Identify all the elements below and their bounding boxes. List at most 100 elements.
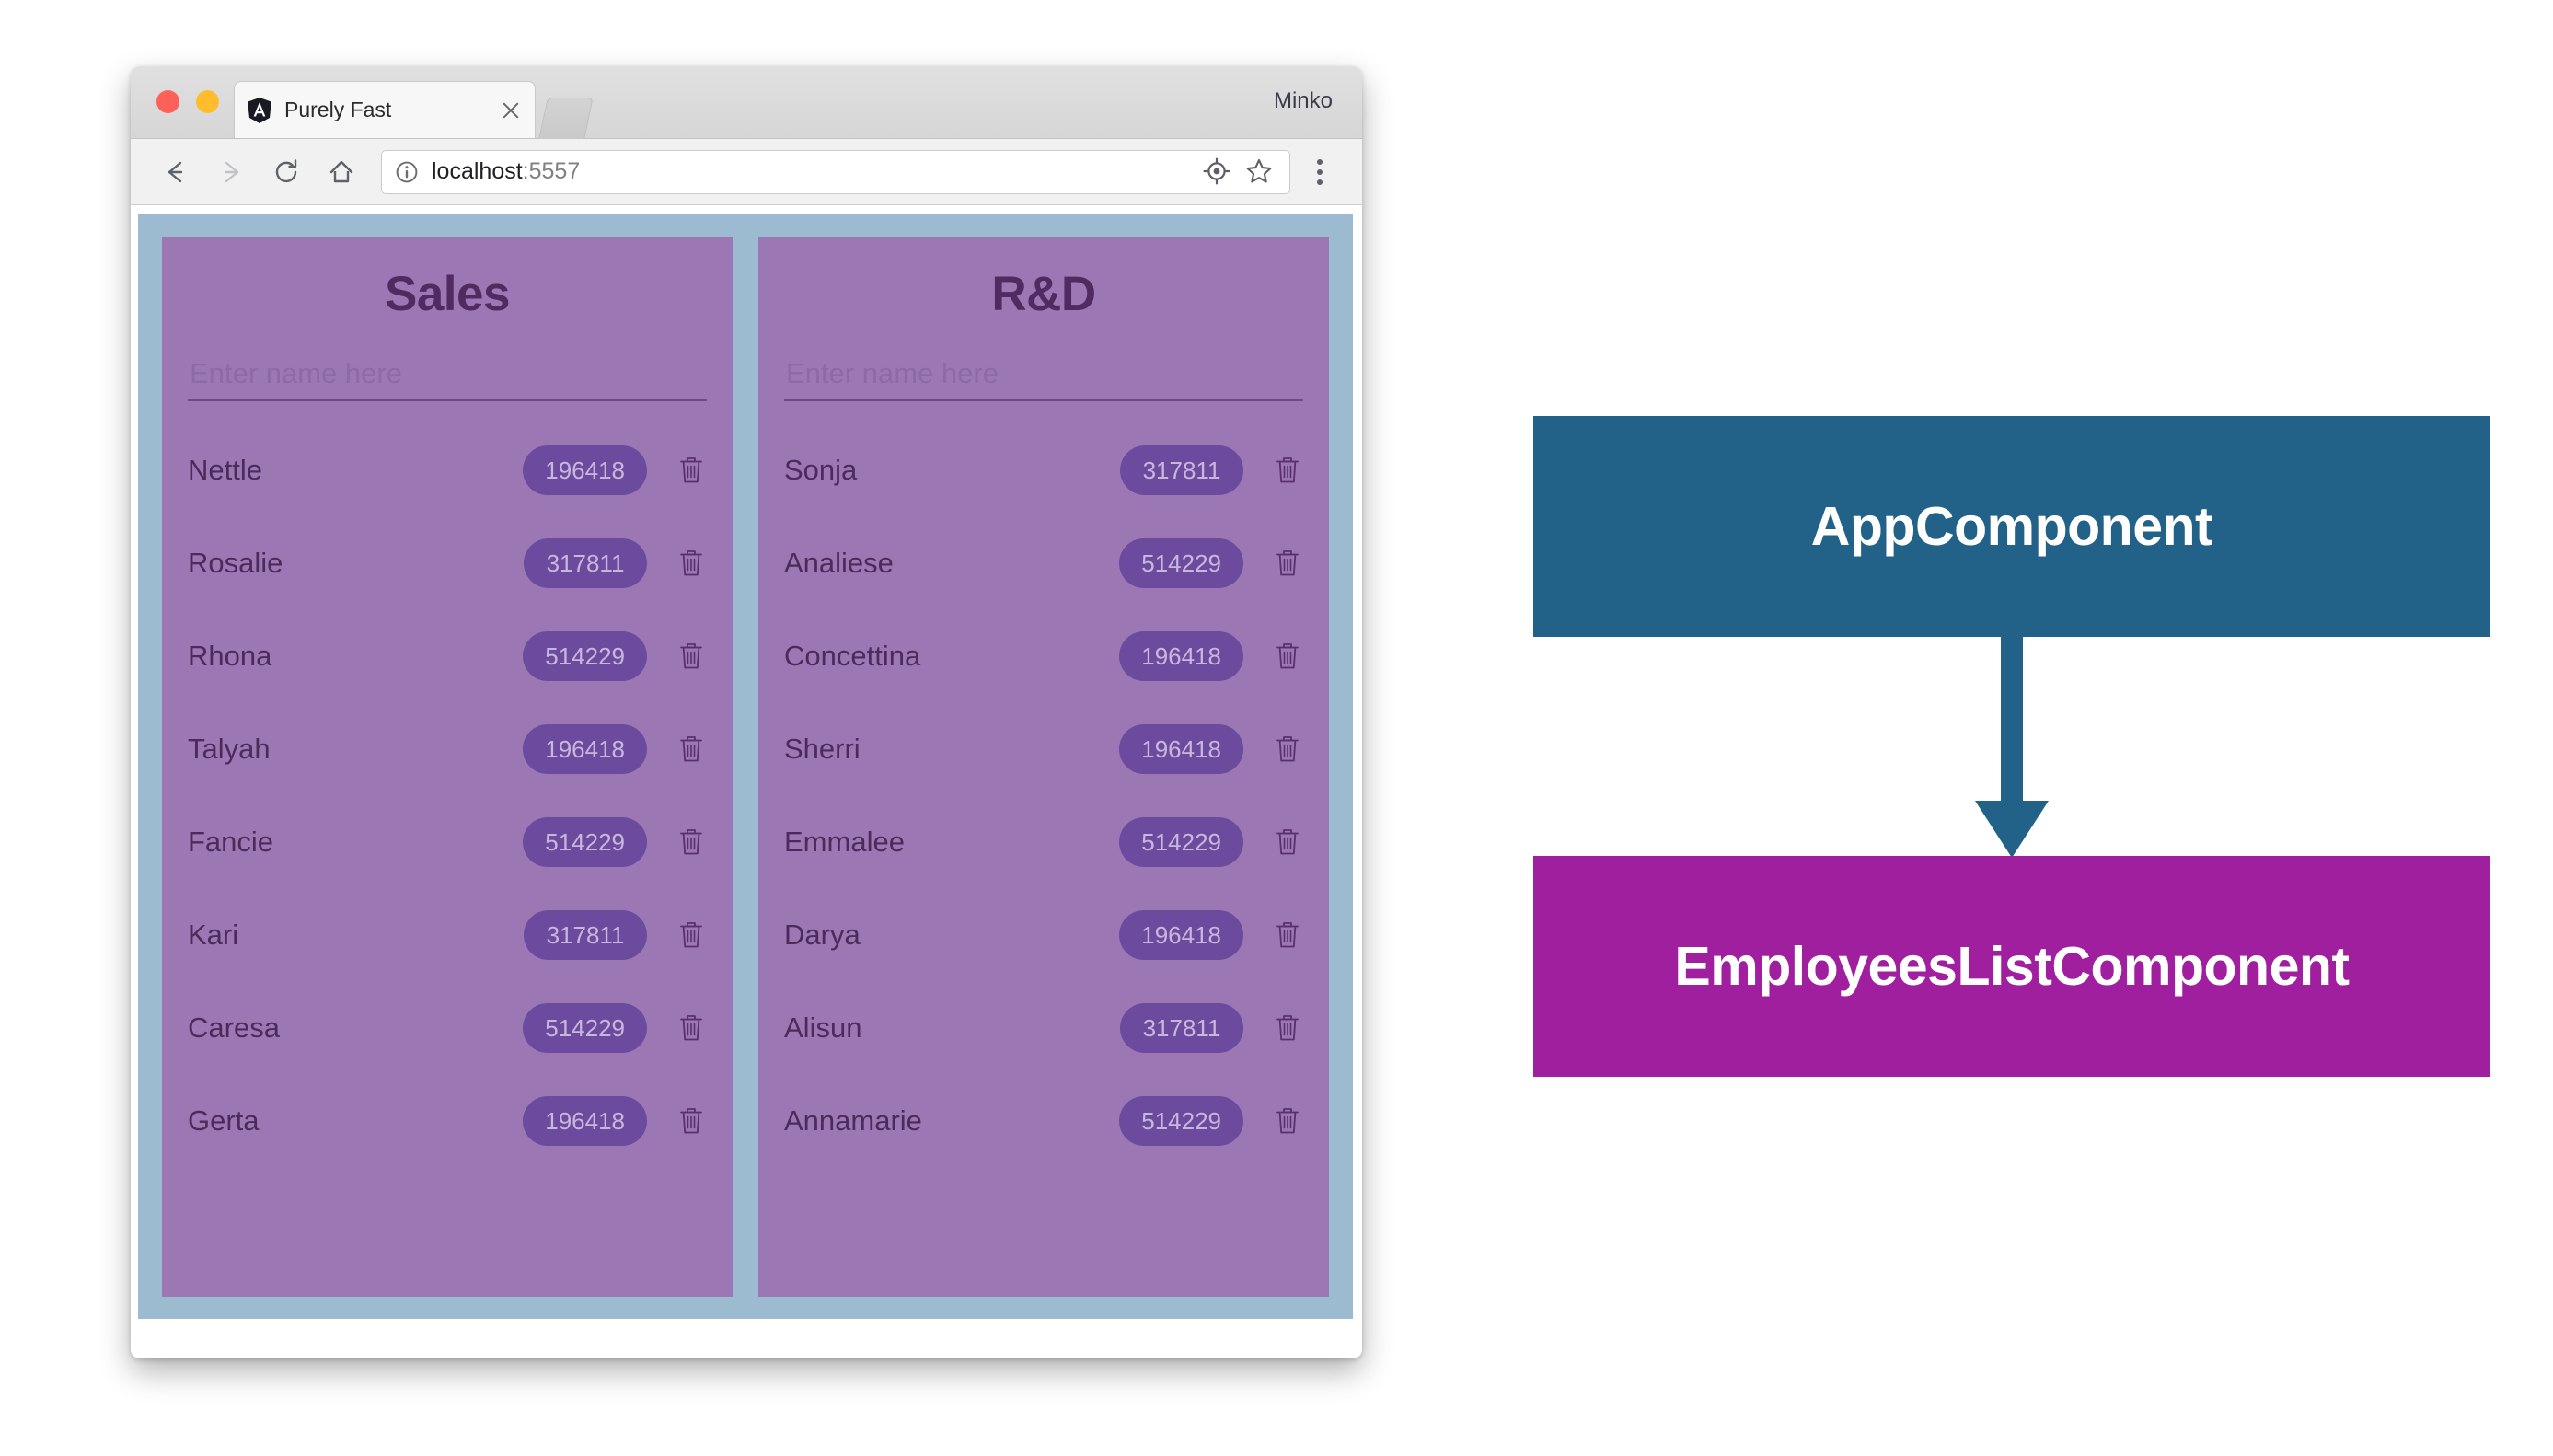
employee-name: Alisun [784, 1011, 862, 1044]
employee-value: 514229 [1119, 817, 1243, 867]
close-window-button[interactable] [156, 90, 179, 113]
employee-value: 196418 [523, 1096, 647, 1146]
home-icon[interactable] [320, 151, 363, 193]
employee-row[interactable]: Alisun 317811 [784, 1001, 1303, 1055]
employee-value: 196418 [1119, 910, 1243, 960]
panel-sales: Sales Nettle 196418 [162, 237, 733, 1297]
employee-list-sales: Nettle 196418 Rosalie 317811 Rhona 51422… [188, 444, 707, 1148]
employee-row[interactable]: Caresa 514229 [188, 1001, 707, 1055]
employee-row[interactable]: Concettina 196418 [784, 630, 1303, 683]
employee-value: 196418 [1119, 631, 1243, 681]
employee-name: Emmalee [784, 826, 905, 858]
employee-list-rd: Sonja 317811 Analiese 514229 Concettina … [784, 444, 1303, 1148]
employee-value: 317811 [1120, 445, 1243, 495]
trash-icon[interactable] [1272, 825, 1303, 860]
profile-name[interactable]: Minko [1274, 88, 1333, 114]
employee-value: 196418 [1119, 724, 1243, 774]
down-arrow-icon [1975, 635, 2049, 858]
location-target-icon[interactable] [1201, 156, 1234, 189]
name-input-rd[interactable] [784, 353, 1303, 401]
browser-window: Purely Fast Minko localhost:5557 Sales E… [131, 66, 1362, 1358]
browser-toolbar: localhost:5557 [131, 139, 1362, 205]
employee-name: Sherri [784, 733, 861, 765]
component-diagram: AppComponent EmployeesListComponent [1533, 416, 2490, 1115]
trash-icon[interactable] [1272, 732, 1303, 767]
employee-name: Kari [188, 919, 239, 951]
employee-value: 514229 [523, 631, 647, 681]
diagram-node-label: AppComponent [1810, 496, 2213, 557]
panel-title-sales: Sales [384, 267, 511, 321]
tab-title: Purely Fast [284, 98, 392, 121]
info-circle-icon[interactable] [395, 160, 419, 184]
employee-row[interactable]: Fancie 514229 [188, 815, 707, 869]
trash-icon[interactable] [1272, 453, 1303, 488]
panel-rd: R&D Sonja 317811 [758, 237, 1329, 1297]
employee-value: 317811 [524, 538, 647, 588]
employee-value: 317811 [524, 910, 647, 960]
employee-row[interactable]: Analiese 514229 [784, 537, 1303, 590]
new-tab-stub[interactable] [538, 98, 594, 139]
employee-value: 317811 [1120, 1003, 1243, 1053]
trash-icon[interactable] [676, 1011, 707, 1046]
reload-icon[interactable] [265, 151, 307, 193]
trash-icon[interactable] [1272, 546, 1303, 581]
employee-value: 196418 [523, 724, 647, 774]
back-arrow-icon[interactable] [155, 151, 197, 193]
employee-name: Rhona [188, 640, 272, 672]
employee-row[interactable]: Annamarie 514229 [784, 1094, 1303, 1148]
employee-row[interactable]: Rosalie 317811 [188, 537, 707, 590]
page-viewport: Sales Nettle 196418 [131, 205, 1362, 1358]
three-dot-menu-icon[interactable] [1301, 150, 1338, 194]
forward-arrow-icon[interactable] [210, 151, 252, 193]
employee-name: Rosalie [188, 547, 283, 579]
url-text: localhost:5557 [432, 158, 1192, 185]
trash-icon[interactable] [676, 639, 707, 674]
url-host: localhost [432, 158, 523, 184]
employee-row[interactable]: Talyah 196418 [188, 722, 707, 776]
trash-icon[interactable] [1272, 1011, 1303, 1046]
employee-name: Talyah [188, 733, 271, 765]
trash-icon[interactable] [676, 918, 707, 953]
minimize-window-button[interactable] [196, 90, 219, 113]
employee-row[interactable]: Kari 317811 [188, 908, 707, 962]
diagram-node-label: EmployeesListComponent [1674, 936, 2350, 997]
trash-icon[interactable] [1272, 1104, 1303, 1138]
employee-value: 514229 [1119, 538, 1243, 588]
employee-name: Sonja [784, 454, 858, 486]
employee-name: Fancie [188, 826, 274, 858]
employee-name: Concettina [784, 640, 921, 672]
name-input-sales[interactable] [188, 353, 707, 401]
tab-close-icon[interactable] [500, 99, 522, 121]
employee-row[interactable]: Sonja 317811 [784, 444, 1303, 497]
employee-name: Caresa [188, 1011, 280, 1044]
employee-row[interactable]: Gerta 196418 [188, 1094, 707, 1148]
employee-row[interactable]: Rhona 514229 [188, 630, 707, 683]
url-port: :5557 [522, 158, 581, 184]
employee-value: 196418 [523, 445, 647, 495]
panel-title-rd: R&D [991, 267, 1096, 321]
app-shell: Sales Nettle 196418 [138, 214, 1353, 1319]
employee-row[interactable]: Sherri 196418 [784, 722, 1303, 776]
trash-icon[interactable] [1272, 639, 1303, 674]
employee-name: Nettle [188, 454, 262, 486]
star-icon[interactable] [1243, 156, 1276, 189]
diagram-node-employees-list-component: EmployeesListComponent [1533, 856, 2490, 1077]
employee-name: Darya [784, 919, 861, 951]
employee-name: Analiese [784, 547, 894, 579]
employee-value: 514229 [523, 817, 647, 867]
employee-value: 514229 [1119, 1096, 1243, 1146]
address-bar[interactable]: localhost:5557 [381, 149, 1290, 194]
employee-name: Gerta [188, 1104, 260, 1137]
trash-icon[interactable] [676, 546, 707, 581]
trash-icon[interactable] [676, 732, 707, 767]
trash-icon[interactable] [676, 453, 707, 488]
trash-icon[interactable] [676, 825, 707, 860]
browser-tab[interactable]: Purely Fast [234, 81, 536, 138]
diagram-node-app-component: AppComponent [1533, 416, 2490, 637]
trash-icon[interactable] [676, 1104, 707, 1138]
employee-name: Annamarie [784, 1104, 922, 1137]
employee-row[interactable]: Nettle 196418 [188, 444, 707, 497]
employee-row[interactable]: Darya 196418 [784, 908, 1303, 962]
employee-row[interactable]: Emmalee 514229 [784, 815, 1303, 869]
trash-icon[interactable] [1272, 918, 1303, 953]
